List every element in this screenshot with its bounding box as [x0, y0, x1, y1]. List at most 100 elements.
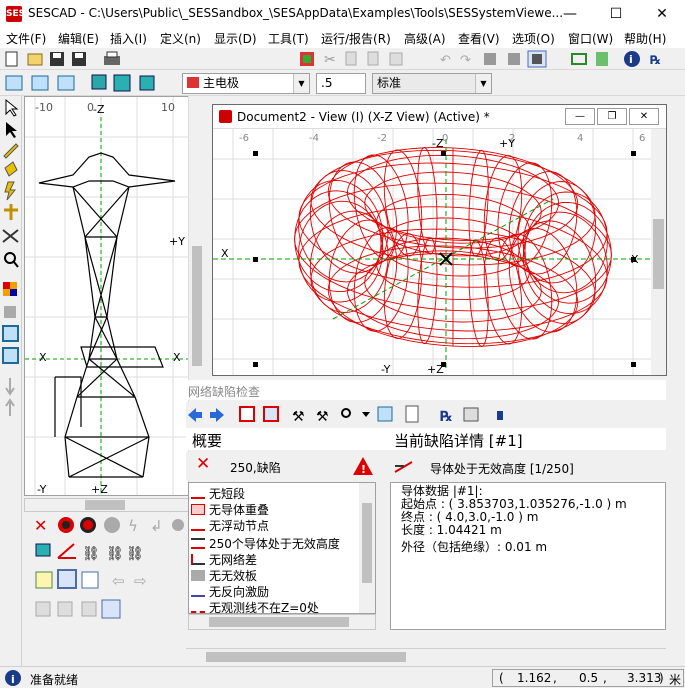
doc-restore-button[interactable]: ❐: [597, 108, 627, 125]
scroll-thumb[interactable]: [85, 500, 125, 510]
detail-line: 长度 : 1.04421 m: [401, 523, 502, 537]
svg-text:!: !: [361, 463, 366, 476]
scroll-thumb[interactable]: [192, 246, 202, 366]
left-hscroll[interactable]: [24, 498, 204, 512]
list-item[interactable]: 无观测线不在Z=0处: [191, 599, 319, 613]
list-item[interactable]: 无网络差: [191, 551, 258, 567]
toolbar-view: 主电极 ▼ .5 标准 ▼: [0, 70, 685, 96]
axis-label-left: X: [221, 247, 229, 260]
doc-minimize-button[interactable]: —: [565, 108, 595, 125]
panel-toolbar-icons[interactable]: ⚒ ⚒ ℞: [186, 402, 516, 428]
xz-view-canvas[interactable]: -6 -4 -2 0 2 4 6 -Z +Y X X +Z -Y: [213, 129, 651, 375]
scroll-thumb[interactable]: [209, 617, 349, 627]
list-item[interactable]: 无无效板: [191, 567, 257, 583]
element-tool-icons[interactable]: ✕ ϟ ↲ ⛓ ⛓ ⛓ ⇦ ⇨: [30, 514, 186, 624]
style-select[interactable]: 标准 ▼: [372, 73, 492, 94]
scroll-thumb[interactable]: [362, 503, 372, 583]
document-window[interactable]: Document2 - View (I) (X-Z View) (Active)…: [212, 104, 667, 376]
menu-define[interactable]: 定义(n): [160, 30, 201, 47]
short-segment-icon: [191, 488, 205, 499]
layer-select[interactable]: 主电极 ▼: [182, 73, 310, 94]
list-item[interactable]: 250个导体处于无效高度: [191, 535, 340, 551]
axis-label-top: -Z: [432, 137, 444, 150]
help-toolbar-icons[interactable]: i ℞: [570, 50, 680, 68]
panel-hscroll[interactable]: [186, 648, 666, 664]
app-icon: SES: [6, 6, 25, 22]
svg-text:↲: ↲: [150, 517, 163, 535]
menu-tools[interactable]: 工具(T): [268, 30, 309, 47]
menu-display[interactable]: 显示(D): [214, 30, 257, 47]
list-vscroll[interactable]: [359, 483, 375, 613]
detail-header-text: 导体处于无效高度 [1/250]: [430, 462, 574, 476]
axis-label-top: -Z: [93, 103, 105, 116]
overview-title: 概要: [186, 428, 386, 450]
scroll-thumb[interactable]: [653, 219, 664, 289]
panel-vscroll[interactable]: [666, 380, 685, 666]
list-item[interactable]: 无导体重叠: [191, 501, 269, 517]
layer-select-value: 主电极: [203, 76, 240, 90]
defect-list[interactable]: 无短段 无导体重叠 无浮动节点 250个导体处于无效高度 无网络差 无无效板 无…: [188, 482, 376, 614]
svg-text:⛓: ⛓: [126, 546, 144, 562]
left-toolbar: [0, 96, 22, 666]
style-select-value: 标准: [377, 76, 402, 90]
ruler-mark: 4: [577, 133, 583, 144]
edit-toolbar-icons[interactable]: ✂ ↶ ↷: [300, 50, 560, 68]
list-item[interactable]: 无反向激励: [191, 583, 269, 599]
list-item-label: 无浮动节点: [209, 519, 270, 533]
list-item[interactable]: 无浮动节点: [191, 517, 270, 533]
info-icon: i: [5, 670, 21, 686]
svg-text:⚒: ⚒: [316, 409, 329, 425]
tower-wireframe: 0 -10 10 -Z +Y X X -Y +Z: [25, 97, 203, 495]
axis-label-left: X: [39, 351, 47, 364]
error-count: 250,缺陷: [230, 461, 281, 475]
menu-advanced[interactable]: 高级(A): [404, 30, 446, 47]
invalid-plate-icon: [191, 570, 205, 581]
detail-header: 导体处于无效高度 [1/250]: [386, 452, 666, 480]
scroll-thumb[interactable]: [206, 652, 406, 662]
menu-run-report[interactable]: 运行/报告(R): [321, 30, 391, 47]
drawing-tools-icons[interactable]: [0, 96, 22, 426]
conductor-icon: [394, 461, 413, 473]
document-titlebar[interactable]: Document2 - View (I) (X-Z View) (Active)…: [213, 105, 666, 129]
axis-label-bottom: +Z: [427, 363, 444, 375]
axis-label-right2: X: [173, 351, 181, 364]
doc-close-button[interactable]: ✕: [629, 108, 659, 125]
menu-options[interactable]: 选项(O): [512, 30, 555, 47]
list-item-label: 无网络差: [209, 553, 258, 567]
file-toolbar-icons[interactable]: [4, 50, 124, 68]
menu-window[interactable]: 窗口(W): [568, 30, 613, 47]
menu-view[interactable]: 查看(V): [458, 30, 500, 47]
chevron-down-icon[interactable]: ▼: [293, 74, 309, 93]
svg-text:↶: ↶: [440, 53, 451, 68]
chevron-down-icon[interactable]: ▼: [475, 74, 491, 93]
doc-vscroll[interactable]: [651, 129, 666, 375]
maximize-button[interactable]: ☐: [593, 0, 639, 28]
minimize-button[interactable]: —: [547, 0, 593, 28]
menu-edit[interactable]: 编辑(E): [58, 30, 99, 47]
ruler-mark: 6: [639, 133, 645, 144]
list-hscroll[interactable]: [188, 614, 376, 630]
svg-text:⇨: ⇨: [134, 572, 147, 590]
svg-text:ϟ: ϟ: [128, 517, 138, 535]
toolbar-main: ✂ ↶ ↷ i ℞: [0, 48, 685, 70]
electrode-icon: [187, 77, 199, 88]
list-item[interactable]: 无短段: [191, 485, 245, 501]
value-input[interactable]: .5: [316, 73, 366, 94]
ruler-mark: -2: [377, 133, 387, 144]
coord-unit: 米: [669, 673, 682, 687]
axis-label-right: +Y: [169, 235, 185, 248]
title-bar: SES SESCAD - C:\Users\Public\_SESSandbox…: [0, 0, 685, 28]
status-text: 准备就绪: [30, 673, 79, 687]
close-button[interactable]: ✕: [639, 0, 685, 28]
menu-help[interactable]: 帮助(H): [624, 30, 666, 47]
left-3d-view[interactable]: 0 -10 10 -Z +Y X X -Y +Z: [24, 96, 204, 496]
coord-x: 1.162: [517, 671, 552, 685]
svg-text:✂: ✂: [324, 52, 336, 68]
menu-file[interactable]: 文件(F): [6, 30, 46, 47]
document-title: Document2 - View (I) (X-Z View) (Active)…: [237, 110, 490, 124]
coord-y: 0.5: [579, 671, 599, 685]
menu-bar: 文件(F) 编辑(E) 插入(I) 定义(n) 显示(D) 工具(T) 运行/报…: [0, 28, 685, 48]
view-toolbar-icons[interactable]: [4, 73, 164, 93]
menu-insert[interactable]: 插入(I): [110, 30, 147, 47]
coord-z: 3.313: [627, 671, 662, 685]
